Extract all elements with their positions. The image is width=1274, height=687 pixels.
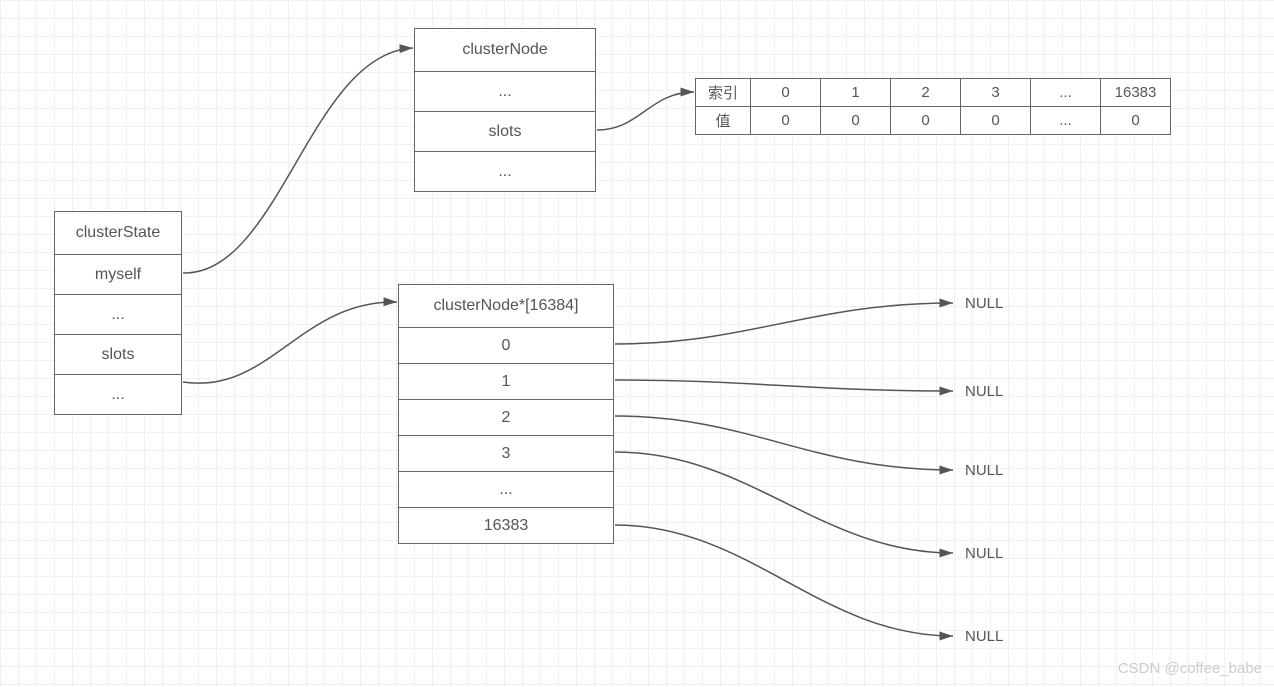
slots-table-idx-dots: ... [1031,79,1101,107]
slots-table-val-1: 0 [821,107,891,135]
slots-table-index-label: 索引 [696,79,751,107]
clusternode-array-row-dots: ... [399,471,613,507]
slots-table-val-3: 0 [961,107,1031,135]
clusterstate-title: clusterState [55,212,181,254]
slots-table-val-2: 0 [891,107,961,135]
null-label-2: NULL [965,462,1003,479]
null-label-0: NULL [965,295,1003,312]
clusternode-box: clusterNode ... slots ... [414,28,596,192]
clusterstate-row-dots1: ... [55,294,181,334]
clusternode-array-row-0: 0 [399,327,613,363]
slots-table-val-16383: 0 [1101,107,1171,135]
clusternode-row-slots: slots [415,111,595,151]
slots-table-index-row: 索引 0 1 2 3 ... 16383 [696,79,1171,107]
slots-table: 索引 0 1 2 3 ... 16383 值 0 0 0 0 ... 0 [695,78,1171,135]
slots-table-idx-3: 3 [961,79,1031,107]
clusterstate-row-dots2: ... [55,374,181,414]
clusterstate-row-slots: slots [55,334,181,374]
slots-table-idx-1: 1 [821,79,891,107]
watermark: CSDN @coffee_babe [1118,660,1262,677]
slots-table-idx-0: 0 [751,79,821,107]
slots-table-value-row: 值 0 0 0 0 ... 0 [696,107,1171,135]
clusternode-array-row-1: 1 [399,363,613,399]
clusternode-array-row-2: 2 [399,399,613,435]
clusternode-array-title: clusterNode*[16384] [399,285,613,327]
slots-table-idx-2: 2 [891,79,961,107]
slots-table-val-dots: ... [1031,107,1101,135]
clusternode-title: clusterNode [415,29,595,71]
slots-table-value-label: 值 [696,107,751,135]
null-label-1: NULL [965,383,1003,400]
clusterstate-row-myself: myself [55,254,181,294]
null-label-4: NULL [965,628,1003,645]
clusternode-array-box: clusterNode*[16384] 0 1 2 3 ... 16383 [398,284,614,544]
clusternode-row-dots1: ... [415,71,595,111]
clusternode-array-row-3: 3 [399,435,613,471]
slots-table-val-0: 0 [751,107,821,135]
clusternode-array-row-16383: 16383 [399,507,613,543]
slots-table-idx-16383: 16383 [1101,79,1171,107]
null-label-3: NULL [965,545,1003,562]
clusternode-row-dots2: ... [415,151,595,191]
clusterstate-box: clusterState myself ... slots ... [54,211,182,415]
